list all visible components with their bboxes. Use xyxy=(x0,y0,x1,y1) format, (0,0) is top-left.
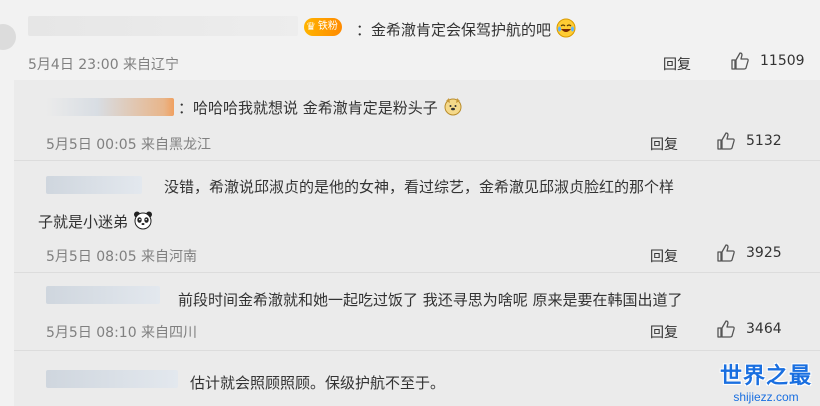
crown-icon: ♛ xyxy=(306,20,316,33)
fan-badge: ♛ 铁粉 xyxy=(304,18,342,36)
blurred-username[interactable] xyxy=(28,16,298,36)
like-count: 3464 xyxy=(746,321,782,337)
blurred-username[interactable] xyxy=(46,98,174,116)
dog-emoji-icon xyxy=(444,98,462,116)
watermark-title: 世界之最 xyxy=(719,364,812,389)
like-button[interactable]: 3925 xyxy=(716,243,782,263)
reply-button[interactable]: 回复 xyxy=(650,246,678,266)
reply-text-line2: 子就是小迷弟 xyxy=(38,210,153,232)
reply-text: ：哈哈哈我就想说 金希澈肯定是粉头子 xyxy=(178,96,463,118)
divider xyxy=(14,350,820,351)
avatar[interactable] xyxy=(0,24,16,50)
thumbs-up-icon xyxy=(717,132,735,150)
panda-emoji-icon xyxy=(133,211,152,230)
divider xyxy=(14,160,820,161)
blurred-username[interactable] xyxy=(46,286,160,304)
reply-text: 估计就会照顾照顾。保级护航不至于。 xyxy=(190,374,446,392)
thumbs-up-icon xyxy=(717,244,735,262)
reply-button[interactable]: 回复 xyxy=(663,54,691,74)
laughing-emoji-icon xyxy=(556,18,576,38)
reply-text-line1: 没错，希澈说邱淑贞的是他的女神，看过综艺，金希澈见邱淑贞脸红的那个样 xyxy=(164,178,675,196)
watermark-logo: 世界之最 shijiezz.com xyxy=(720,364,812,404)
like-button[interactable]: 11509 xyxy=(730,51,805,71)
thumbs-up-icon xyxy=(731,52,749,70)
reply-meta: 5月5日 00:05 来自黑龙江 xyxy=(46,137,212,153)
reply-button[interactable]: 回复 xyxy=(650,134,678,154)
reply-meta: 5月5日 08:05 来自河南 xyxy=(46,249,198,265)
blurred-username[interactable] xyxy=(46,370,178,388)
replies-box xyxy=(14,80,820,406)
thumbs-up-icon xyxy=(717,320,735,338)
fan-badge-label: 铁粉 xyxy=(317,21,338,32)
comment-text: ：金希澈肯定会保驾护航的吧 xyxy=(356,18,576,40)
like-count: 3925 xyxy=(746,245,782,261)
like-count: 11509 xyxy=(760,53,805,69)
comment-meta: 5月4日 23:00 来自辽宁 xyxy=(28,57,180,73)
reply-text-content: ：哈哈哈我就想说 金希澈肯定是粉头子 xyxy=(178,99,438,117)
reply-text: 前段时间金希澈就和她一起吃过饭了 我还寻思为啥呢 原来是要在韩国出道了 xyxy=(178,291,683,309)
like-button[interactable]: 5132 xyxy=(716,131,782,151)
reply-text-content: 子就是小迷弟 xyxy=(38,213,129,231)
reply-button[interactable]: 回复 xyxy=(650,322,678,342)
reply-meta: 5月5日 08:10 来自四川 xyxy=(46,325,198,341)
comment-text-content: ：金希澈肯定会保驾护航的吧 xyxy=(356,21,552,39)
watermark-url: shijiezz.com xyxy=(733,390,799,404)
top-comment: ♛ 铁粉 ：金希澈肯定会保驾护航的吧 5月4日 23:00 来自辽宁 回复 11… xyxy=(0,0,820,80)
blurred-username[interactable] xyxy=(46,176,142,194)
divider xyxy=(14,272,820,273)
like-button[interactable]: 3464 xyxy=(716,319,782,339)
like-count: 5132 xyxy=(746,133,782,149)
